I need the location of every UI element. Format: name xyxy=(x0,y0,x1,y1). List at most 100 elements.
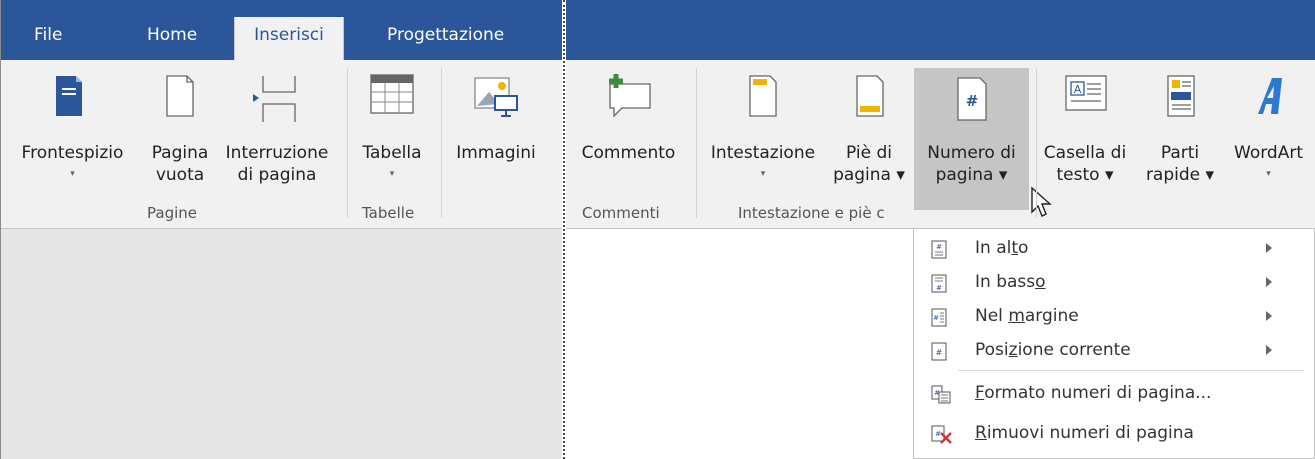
submenu-arrow-icon xyxy=(1266,345,1272,355)
label-line-1: Interruzione xyxy=(225,143,329,163)
svg-text:#: # xyxy=(966,92,979,110)
table-button[interactable]: Tabella ▾ xyxy=(351,66,433,206)
group-label-tables: Tabelle xyxy=(362,204,415,222)
svg-text:#: # xyxy=(936,284,942,292)
menu-separator xyxy=(958,370,1304,371)
comment-icon xyxy=(609,74,651,118)
label-line-2: rapide ▾ xyxy=(1145,165,1215,185)
label-line-1: Tabella xyxy=(362,143,422,163)
group-label-pages: Pagine xyxy=(147,204,197,222)
page-break-icon xyxy=(253,76,296,122)
footer-icon xyxy=(856,75,884,117)
wordart-icon xyxy=(1258,78,1282,114)
menu-text: In al xyxy=(975,238,1012,258)
group-label-comments: Commenti xyxy=(582,204,660,222)
page-number-menu: # In alto # In basso # Nel margine # Pos… xyxy=(913,228,1315,459)
label-line-1: Frontespizio xyxy=(21,143,124,163)
submenu-arrow-icon xyxy=(1266,277,1272,287)
images-button[interactable]: Immagini xyxy=(446,66,546,206)
menu-item-remove-page-numbers[interactable]: # Rimuovi numeri di pagina xyxy=(914,415,1314,455)
label-line-1: Parti xyxy=(1160,143,1200,163)
tab-bar xyxy=(566,0,1315,60)
submenu-arrow-icon xyxy=(1266,311,1272,321)
images-icon xyxy=(474,77,518,117)
page-top-icon: # xyxy=(931,240,947,259)
table-icon xyxy=(370,74,414,114)
page-break-button[interactable]: Interruzione di pagina xyxy=(217,66,337,206)
access-key: o xyxy=(1035,272,1046,292)
menu-item-format-page-numbers[interactable]: # Formato numeri di pagina... xyxy=(914,375,1314,415)
dropdown-caret: ▾ xyxy=(760,169,766,179)
label-line-1: Immagini xyxy=(456,143,536,163)
cover-page-icon xyxy=(56,76,82,116)
label-line-2: di pagina xyxy=(237,165,317,185)
menu-text: imuovi numeri di pagina xyxy=(986,423,1194,443)
label-line-1: Casella di xyxy=(1043,143,1127,163)
cover-page-button[interactable]: Frontespizio ▾ xyxy=(1,66,144,206)
label-line-2: vuota xyxy=(155,165,205,185)
group-label-header-footer: Intestazione e piè c xyxy=(738,204,885,222)
group-separator xyxy=(696,68,697,218)
menu-text: Posi xyxy=(975,340,1009,360)
wordart-button[interactable]: WordArt ▾ xyxy=(1222,66,1315,206)
text-box-icon: A xyxy=(1065,75,1107,111)
page-current-position-icon: # xyxy=(931,342,947,361)
access-key: t xyxy=(1011,238,1019,258)
left-panel: File Home Inserisci Progettazione Fronte… xyxy=(0,0,562,459)
label-line-1: WordArt xyxy=(1234,143,1303,163)
header-button[interactable]: Intestazione ▾ xyxy=(702,66,824,206)
access-key: F xyxy=(975,383,985,403)
label-line-1: Pagina xyxy=(151,143,209,163)
page-number-button[interactable]: # Numero di pagina ▾ xyxy=(914,68,1029,210)
svg-text:A: A xyxy=(1074,83,1082,96)
label-line-1: Numero di xyxy=(927,143,1016,163)
submenu-arrow-icon xyxy=(1266,243,1272,253)
tab-file[interactable]: File xyxy=(34,25,62,45)
svg-text:#: # xyxy=(936,348,943,357)
dropdown-caret: ▾ xyxy=(1266,169,1271,179)
access-key: m xyxy=(1008,306,1025,326)
text-box-button[interactable]: A Casella di testo ▾ xyxy=(1040,66,1130,206)
menu-text: argine xyxy=(1024,306,1079,326)
footer-button[interactable]: Piè di pagina ▾ xyxy=(828,66,910,206)
remove-page-numbers-icon: # xyxy=(931,425,952,444)
page-margin-icon: # xyxy=(931,308,947,327)
tab-bar: File Home Inserisci Progettazione xyxy=(1,0,562,63)
menu-text: ione corrente xyxy=(1017,340,1131,360)
format-page-numbers-icon: # xyxy=(931,385,951,404)
label-line-1: Commento xyxy=(581,143,676,163)
quick-parts-button[interactable]: Parti rapide ▾ xyxy=(1138,66,1222,206)
svg-text:#: # xyxy=(933,314,939,322)
blank-page-icon xyxy=(166,75,194,117)
label-line-2: testo ▾ xyxy=(1056,165,1114,185)
page-number-icon: # xyxy=(957,77,987,121)
document-area xyxy=(1,229,562,459)
svg-text:#: # xyxy=(936,243,942,251)
group-separator xyxy=(1036,68,1037,218)
label-line-1: Piè di xyxy=(846,143,892,163)
svg-text:#: # xyxy=(935,430,941,438)
group-separator xyxy=(347,68,348,218)
access-key: z xyxy=(1008,340,1018,360)
tab-home[interactable]: Home xyxy=(147,25,197,45)
blank-page-button[interactable]: Pagina vuota xyxy=(145,66,215,206)
ribbon: Commento Intestazione ▾ Piè di pagina ▾ # xyxy=(566,60,1315,229)
dropdown-caret: ▾ xyxy=(389,169,395,179)
tab-insert[interactable]: Inserisci xyxy=(234,17,344,63)
quick-parts-icon xyxy=(1167,75,1195,117)
label-line-2: pagina ▾ xyxy=(833,165,905,185)
dropdown-caret: ▾ xyxy=(70,169,75,179)
page-bottom-icon: # xyxy=(931,274,947,293)
tab-design[interactable]: Progettazione xyxy=(387,25,504,45)
menu-item-current-position[interactable]: # Posizione corrente xyxy=(914,332,1314,372)
menu-text: o xyxy=(1018,238,1029,258)
menu-text: ormato numeri di pagina... xyxy=(984,383,1212,403)
label-line-2: pagina ▾ xyxy=(935,165,1008,185)
menu-text: In bass xyxy=(975,272,1036,292)
group-separator xyxy=(441,68,442,218)
menu-text: Nel xyxy=(975,306,1009,326)
header-icon xyxy=(749,75,777,117)
ribbon: Frontespizio ▾ Pagina vuota Interruzione di… xyxy=(1,60,562,229)
comment-button[interactable]: Commento xyxy=(566,66,691,206)
right-panel: Commento Intestazione ▾ Piè di pagina ▾ # xyxy=(566,0,1315,459)
